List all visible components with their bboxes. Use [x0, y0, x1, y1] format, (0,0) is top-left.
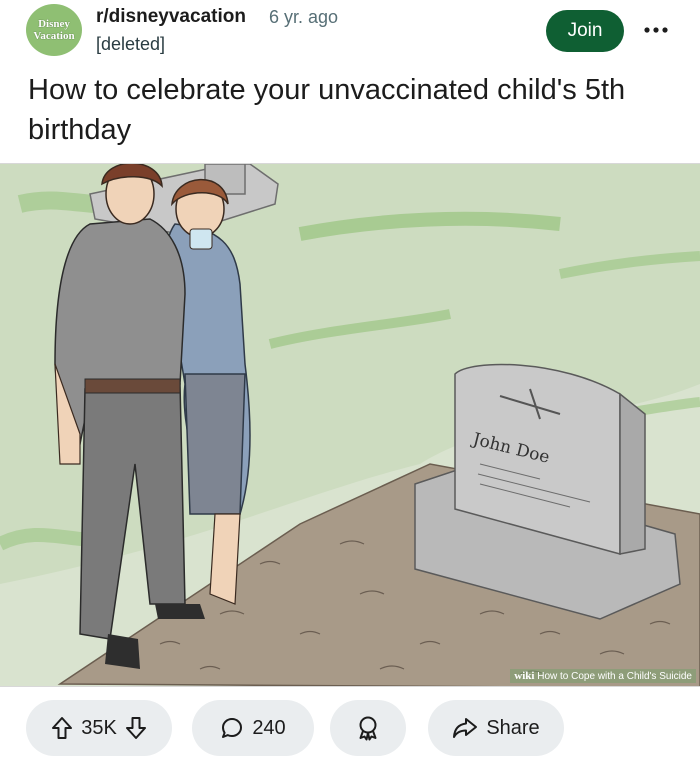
- avatar-line-1: Disney: [38, 18, 70, 30]
- share-arrow-icon: [453, 718, 478, 738]
- share-button[interactable]: Share: [428, 700, 564, 756]
- arrow-up-icon[interactable]: [51, 716, 73, 740]
- subreddit-name[interactable]: r/disneyvacation: [96, 6, 246, 28]
- watermark-brand: wiki: [514, 670, 535, 682]
- join-button[interactable]: Join: [546, 10, 624, 52]
- illustration: John Doe: [0, 164, 700, 686]
- award-button[interactable]: [330, 700, 406, 756]
- award-icon: [359, 716, 377, 741]
- avatar-line-2: Vacation: [33, 30, 75, 42]
- post-title[interactable]: How to celebrate your unvaccinated child…: [28, 70, 668, 150]
- more-horizontal-icon: [644, 27, 668, 33]
- watermark-text: How to Cope with a Child's Suicide: [537, 671, 692, 682]
- comment-count: 240: [252, 716, 286, 739]
- share-label: Share: [486, 716, 540, 739]
- post-author: [deleted]: [96, 34, 166, 54]
- arrow-down-icon[interactable]: [125, 716, 147, 740]
- comments-button[interactable]: 240: [192, 700, 314, 756]
- vote-group: 35K: [26, 700, 172, 756]
- post-actions: 35K 240 Share: [0, 700, 700, 756]
- post-header: Disney Vacation r/disneyvacation 6 yr. a…: [0, 0, 700, 70]
- image-watermark: wiki How to Cope with a Child's Suicide: [510, 669, 696, 683]
- subreddit-avatar[interactable]: Disney Vacation: [26, 4, 82, 56]
- post-image[interactable]: John Doe wiki How to Cope with a Child's…: [0, 163, 700, 687]
- comment-bubble-icon: [222, 718, 243, 738]
- post-age: 6 yr. ago: [269, 7, 339, 27]
- more-options-button[interactable]: [638, 18, 674, 42]
- vote-count: 35K: [81, 716, 117, 739]
